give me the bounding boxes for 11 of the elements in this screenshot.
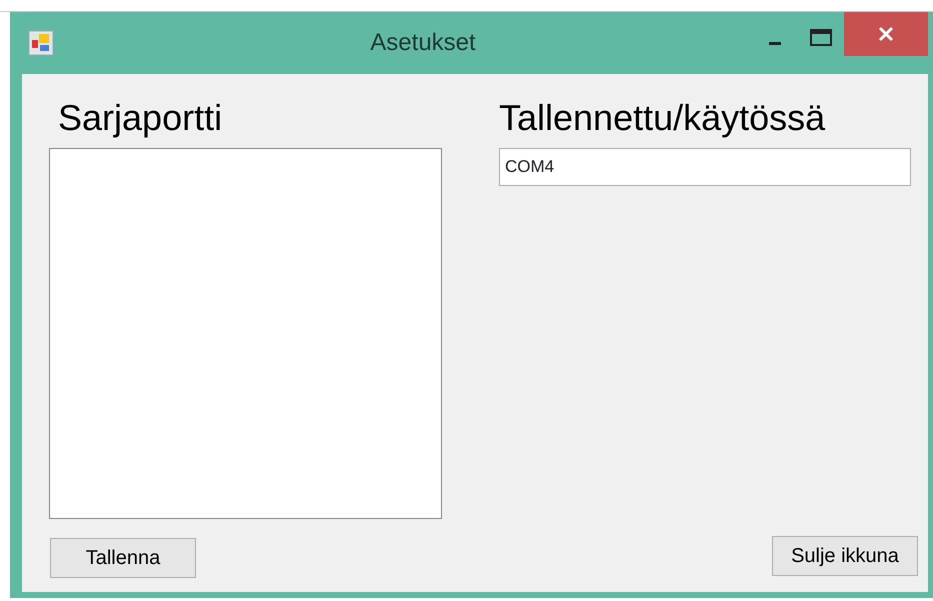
minimize-icon [769,42,781,44]
close-button[interactable] [844,12,928,56]
save-button[interactable]: Tallenna [50,538,196,578]
section-heading: Tallennettu/käytössä [499,100,826,136]
close-window-button[interactable]: Sulje ikkuna [772,536,918,576]
window-title: Asetukset [369,28,477,58]
maximize-icon [810,29,832,47]
saved-port-field[interactable]: COM4 [499,148,911,186]
app-icon [28,30,54,56]
section-heading: Sarjaportti [58,100,224,136]
close-icon [877,25,895,43]
